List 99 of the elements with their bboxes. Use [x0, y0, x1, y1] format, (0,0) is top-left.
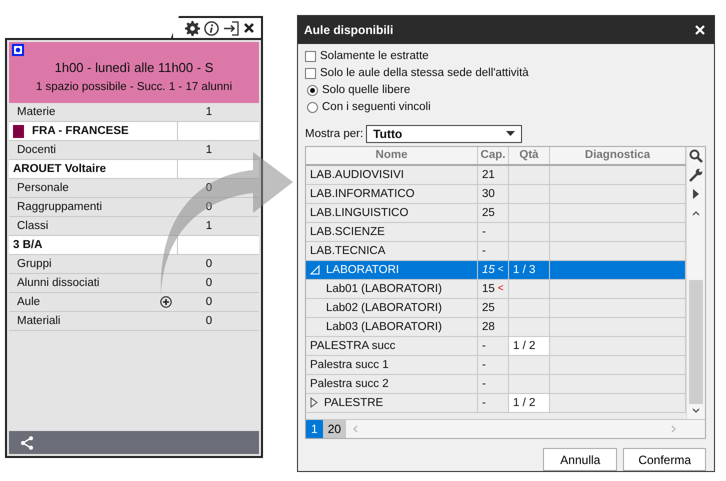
page-button[interactable]: 1: [306, 420, 323, 438]
capacity-value: -: [482, 358, 486, 371]
scroll-down-icon[interactable]: [692, 408, 700, 414]
checkbox-label: Solo le aule della stessa sede dell'attività: [320, 67, 529, 80]
exit-icon[interactable]: [223, 20, 239, 36]
checkbox-label: Solamente le estratte: [320, 50, 429, 62]
close-icon[interactable]: [243, 22, 255, 34]
capacity-warning: <: [498, 264, 504, 276]
capacity-value: 15: [482, 282, 495, 295]
capacity-value: 15: [482, 264, 495, 276]
category-count: 0: [204, 277, 214, 289]
cancel-button[interactable]: Annulla: [543, 448, 618, 471]
dialog-title: Aule disponibili: [304, 22, 394, 37]
category-label: Classi: [17, 220, 48, 232]
item-label: AROUET Voltaire: [13, 163, 106, 175]
expanded-triangle-icon[interactable]: [310, 264, 320, 275]
capacity-value: 25: [482, 206, 495, 219]
category-count: 0: [204, 201, 214, 213]
capacity-value: 28: [482, 320, 495, 333]
category-label: Docenti: [17, 144, 56, 156]
confirm-button[interactable]: Conferma: [623, 448, 706, 471]
scroll-up-icon[interactable]: [692, 210, 700, 216]
radio-label: Solo quelle libere: [322, 84, 410, 96]
quantity-value: 1 / 3: [513, 264, 536, 276]
capacity-value: -: [482, 244, 486, 257]
category-count: 0: [204, 296, 214, 308]
room-name: PALESTRA succ: [310, 340, 396, 352]
quantity-value: 1 / 2: [513, 340, 536, 352]
share-icon[interactable]: [20, 436, 34, 450]
category-label: Raggruppamenti: [17, 201, 102, 213]
table-row[interactable]: Lab03 (LABORATORI) 28: [306, 318, 686, 337]
item-label: 3 B/A: [13, 239, 42, 251]
info-icon[interactable]: [204, 20, 219, 36]
room-name: Lab03 (LABORATORI): [326, 320, 442, 333]
page-button[interactable]: 20: [322, 420, 346, 438]
table-row[interactable]: LAB.LINGUISTICO 25: [306, 204, 686, 223]
room-name: LAB.INFORMATICO: [310, 188, 415, 200]
category-label: Gruppi: [17, 258, 52, 270]
room-name: LAB.SCIENZE: [310, 226, 385, 238]
selection-icon[interactable]: [12, 44, 24, 56]
dropdown-caret-icon: [506, 131, 516, 136]
table-row[interactable]: LABORATORI 15 < 1 / 3: [306, 260, 686, 280]
table-row[interactable]: PALESTRA succ - 1 / 2: [306, 336, 686, 356]
header-line: 1h00 - lunedì alle 11h00 - S: [54, 60, 214, 75]
table-row[interactable]: Lab01 (LABORATORI) 15 <: [306, 280, 686, 299]
category-label: Materiali: [17, 315, 60, 327]
category-count: 1: [204, 144, 214, 156]
room-name: Lab02 (LABORATORI): [326, 302, 442, 314]
show-by-label: Mostra per:: [305, 128, 364, 140]
checkbox[interactable]: [305, 50, 316, 62]
category-label: Alunni dissociati: [17, 277, 100, 289]
category-label: Materie: [17, 106, 56, 118]
radio-label: Con i seguenti vincoli: [322, 101, 431, 114]
category-count: 1: [204, 220, 214, 232]
category-count: 1: [204, 106, 214, 118]
settings-icon[interactable]: [185, 20, 200, 36]
room-name: Palestra succ 1: [310, 358, 389, 371]
capacity-value: -: [482, 396, 486, 409]
category-label: Personale: [17, 182, 69, 194]
add-icon[interactable]: [160, 296, 172, 308]
room-name: Lab01 (LABORATORI): [326, 282, 442, 295]
play-icon[interactable]: [693, 189, 699, 200]
radio-button[interactable]: [307, 84, 318, 96]
category-count: 0: [204, 182, 214, 194]
table-row[interactable]: LAB.SCIENZE -: [306, 222, 686, 242]
room-name: LAB.AUDIOVISIVI: [310, 168, 404, 181]
table-row[interactable]: Lab02 (LABORATORI) 25: [306, 298, 686, 318]
header-line: 1 spazio possibile - Succ. 1 - 17 alunni: [36, 81, 232, 93]
room-name: Palestra succ 2: [310, 378, 389, 390]
table-row[interactable]: LAB.INFORMATICO 30: [306, 184, 686, 204]
capacity-value: -: [482, 226, 486, 238]
table-row[interactable]: Palestra succ 1 -: [306, 356, 686, 375]
checkbox[interactable]: [305, 68, 316, 79]
capacity-value: -: [482, 378, 486, 390]
capacity-warning: <: [498, 283, 504, 294]
capacity-value: 25: [482, 302, 495, 314]
table-row[interactable]: LAB.AUDIOVISIVI 21: [306, 166, 686, 185]
category-count: 0: [204, 315, 214, 327]
column-header[interactable]: Qtà: [509, 146, 550, 164]
column-header[interactable]: Nome: [306, 146, 478, 164]
category-count: 0: [204, 258, 214, 270]
capacity-value: -: [482, 340, 486, 352]
room-name: LAB.LINGUISTICO: [310, 206, 408, 219]
room-name: LAB.TECNICA: [310, 244, 386, 257]
show-by-dropdown[interactable]: Tutto: [366, 124, 522, 143]
category-label: Aule: [17, 296, 40, 308]
quantity-value: 1 / 2: [513, 396, 536, 409]
radio-button[interactable]: [307, 102, 318, 113]
search-icon[interactable]: [689, 149, 703, 164]
room-name: PALESTRE: [324, 396, 384, 409]
capacity-value: 21: [482, 168, 495, 181]
table-row[interactable]: Palestra succ 2 -: [306, 374, 686, 394]
room-name: LABORATORI: [326, 264, 400, 276]
collapsed-triangle-icon[interactable]: [310, 397, 318, 408]
capacity-value: 30: [482, 188, 495, 200]
table-row[interactable]: PALESTRE - 1 / 2: [306, 394, 686, 413]
wrench-icon[interactable]: [689, 168, 703, 182]
item-label: FRA - FRANCESE: [32, 125, 129, 137]
column-header[interactable]: Cap.: [478, 146, 509, 164]
